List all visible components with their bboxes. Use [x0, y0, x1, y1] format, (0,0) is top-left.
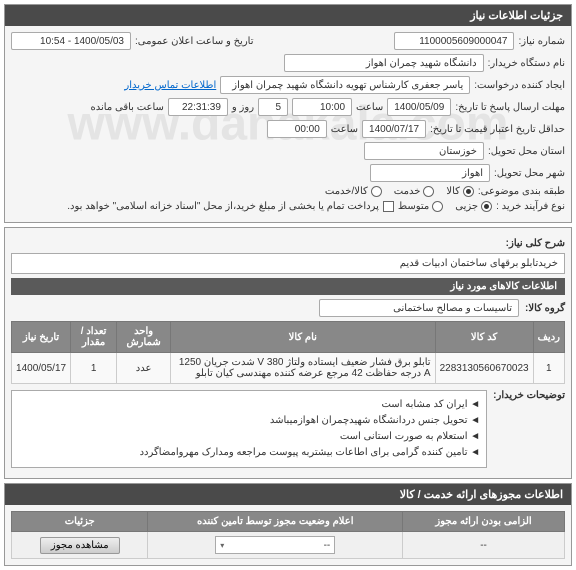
panel-header: جزئیات اطلاعات نیاز	[5, 5, 571, 26]
creator-field: یاسر جعفری کارشناس تهویه دانشگاه شهید چم…	[220, 76, 470, 94]
pub-date-field: 1400/05/03 - 10:54	[11, 32, 131, 50]
city-field: اهواز	[370, 164, 490, 182]
th-qty: تعداد / مقدار	[71, 322, 117, 353]
group-field: تاسیسات و مصالح ساختمانی	[319, 299, 519, 317]
table-row: 1 2283130560670023 تابلو برق فشار ضعیف ا…	[12, 353, 565, 384]
permits-table: الزامی بودن ارائه مجوز اعلام وضعیت مجوز …	[11, 511, 565, 559]
pub-date-label: تاریخ و ساعت اعلان عمومی:	[135, 36, 254, 47]
radio-service[interactable]	[423, 186, 434, 197]
radio-goods[interactable]	[463, 186, 474, 197]
radio-partial[interactable]	[481, 201, 492, 212]
need-items-panel: www.danakala.com شرح کلی نیاز: خریدتابلو…	[4, 227, 572, 479]
items-subheader: اطلاعات کالاهای مورد نیاز	[11, 278, 565, 295]
validity-date: 1400/07/17	[362, 120, 426, 138]
note-item: تحویل جنس دردانشگاه شهیدچمران اهوازمیباش…	[18, 413, 480, 429]
buyer-notes: ایران کد مشابه است تحویل جنس دردانشگاه ش…	[11, 390, 487, 468]
radio-medium[interactable]	[432, 201, 443, 212]
th-code: کد کالا	[435, 322, 533, 353]
th-status: اعلام وضعیت مجوز توسط تامین کننده	[148, 512, 403, 532]
radio-both[interactable]	[371, 186, 382, 197]
view-permit-button[interactable]: مشاهده مجوز	[40, 537, 120, 554]
th-unit: واحد شمارش	[117, 322, 171, 353]
th-name: نام کالا	[171, 322, 436, 353]
payment-note: پرداخت تمام یا بخشی از مبلغ خرید،از محل …	[67, 201, 379, 212]
days-field: 5	[258, 98, 288, 116]
deadline-date: 1400/05/09	[387, 98, 451, 116]
table-row: -- -- مشاهده مجوز	[12, 532, 565, 559]
permits-header: اطلاعات مجوزهای ارائه خدمت / کالا	[5, 484, 571, 505]
creator-label: ایجاد کننده درخواست:	[474, 80, 565, 91]
deadline-label: مهلت ارسال پاسخ تا تاریخ:	[455, 102, 565, 113]
desc-label: شرح کلی نیاز:	[506, 238, 565, 249]
th-idx: ردیف	[533, 322, 564, 353]
province-label: استان محل تحویل:	[488, 146, 565, 157]
remain-field: 22:31:39	[168, 98, 228, 116]
items-table: ردیف کد کالا نام کالا واحد شمارش تعداد /…	[11, 321, 565, 384]
permits-panel: اطلاعات مجوزهای ارائه خدمت / کالا الزامی…	[4, 483, 572, 566]
org-label: نام دستگاه خریدار:	[488, 58, 565, 69]
note-item: استعلام به صورت استانی است	[18, 429, 480, 445]
need-details-panel: جزئیات اطلاعات نیاز www.danakala.com شما…	[4, 4, 572, 223]
contact-link[interactable]: اطلاعات تماس خریدار	[124, 80, 216, 91]
group-label: گروه کالا:	[525, 303, 565, 314]
org-field: دانشگاه شهید چمران اهواز	[284, 54, 484, 72]
status-select[interactable]: --	[215, 536, 335, 554]
req-no-label: شماره نیاز:	[518, 36, 565, 47]
desc-box: خریدتابلو برقهای ساختمان ادبیات قدیم	[11, 253, 565, 274]
validity-label: حداقل تاریخ اعتبار قیمت تا تاریخ:	[430, 124, 565, 135]
deadline-time: 10:00	[292, 98, 352, 116]
note-item: ایران کد مشابه است	[18, 397, 480, 413]
note-item: تامین کننده گرامی برای اطاعات بیشتربه پی…	[18, 445, 480, 461]
province-field: خوزستان	[364, 142, 484, 160]
th-details: جزئیات	[12, 512, 148, 532]
type-label: نوع فرآیند خرید :	[496, 201, 565, 212]
payment-checkbox[interactable]	[383, 201, 394, 212]
class-radio-group: کالا خدمت کالا/خدمت	[325, 186, 474, 197]
validity-time: 00:00	[267, 120, 327, 138]
city-label: شهر محل تحویل:	[494, 168, 565, 179]
th-mandatory: الزامی بودن ارائه مجوز	[403, 512, 565, 532]
buyer-notes-label: توضیحات خریدار:	[493, 390, 565, 401]
th-date: تاریخ نیاز	[12, 322, 71, 353]
req-no-field: 1100005609000047	[394, 32, 514, 50]
type-radio-group: جزیی متوسط	[398, 201, 492, 212]
class-label: طبقه بندی موضوعی:	[478, 186, 565, 197]
